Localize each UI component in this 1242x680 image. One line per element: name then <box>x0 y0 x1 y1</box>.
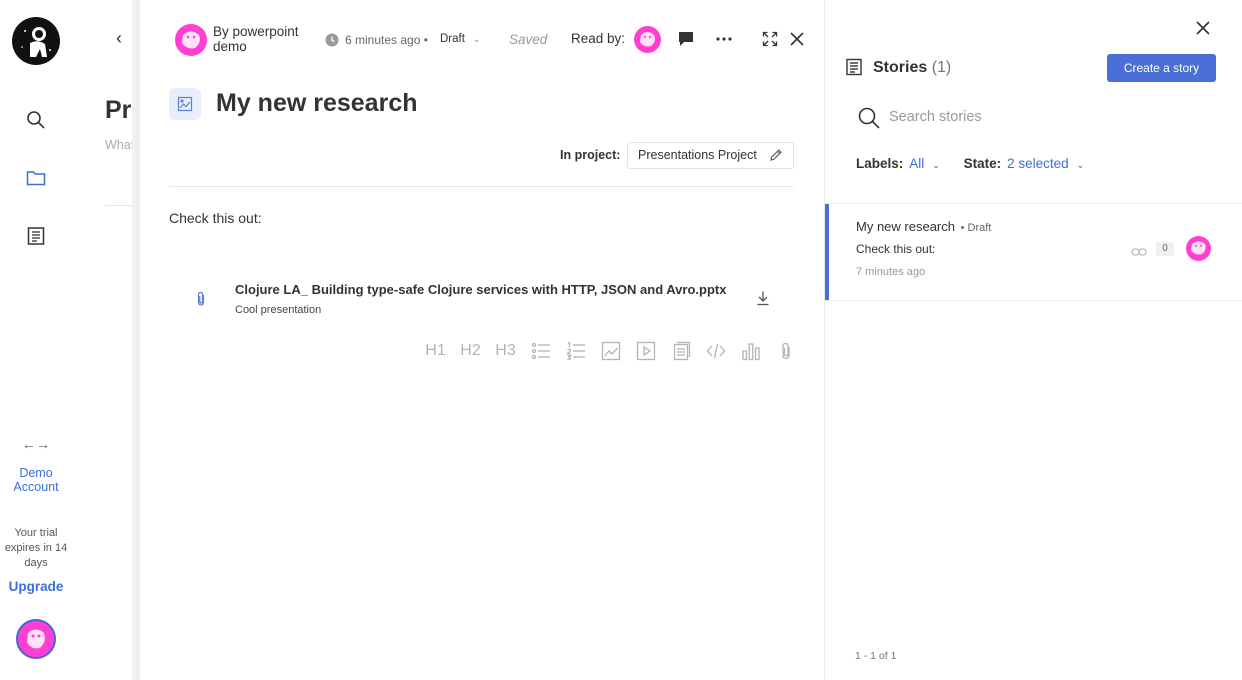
heading-1-button[interactable]: H1 <box>418 340 453 362</box>
labels-filter-value[interactable]: All <box>909 156 924 171</box>
chevron-down-icon[interactable]: ⌄ <box>932 160 940 170</box>
user-avatar[interactable] <box>16 619 56 659</box>
pencil-icon[interactable] <box>769 148 783 165</box>
upgrade-link[interactable]: Upgrade <box>0 579 72 594</box>
left-nav: ←→ Demo Account Your trial expires in 14… <box>0 0 72 680</box>
cover-image-icon[interactable] <box>169 88 201 120</box>
trial-notice: Your trial expires in 14 days <box>4 527 68 569</box>
story-filters: Labels: All ⌄ State: 2 selected ⌄ <box>856 156 1104 171</box>
story-item-excerpt: Check this out: <box>856 242 936 256</box>
link-count-badge: 0 <box>1156 242 1174 256</box>
heading-3-button[interactable]: H3 <box>488 340 523 362</box>
format-toolbar: H1 H2 H3 <box>418 340 803 362</box>
story-title[interactable]: My new research <box>216 89 418 118</box>
background-page-subtitle: What <box>105 138 135 152</box>
nav-folder-icon[interactable] <box>24 166 48 190</box>
story-item-title-row: My new research • Draft <box>856 219 991 234</box>
panel-shadow <box>132 0 140 680</box>
saved-indicator: Saved <box>509 32 548 47</box>
search-stories-input[interactable] <box>889 106 1189 128</box>
video-icon[interactable] <box>628 340 663 362</box>
attachment-icon[interactable] <box>768 340 803 362</box>
project-selector[interactable]: Presentations Project <box>627 142 794 169</box>
story-item-time: 7 minutes ago <box>856 266 926 278</box>
project-name: Presentations Project <box>638 148 757 162</box>
updated-time: 6 minutes ago • <box>345 33 428 47</box>
astronaut-logo-icon[interactable] <box>12 17 60 65</box>
download-icon[interactable] <box>755 290 771 311</box>
heading-2-button[interactable]: H2 <box>453 340 488 362</box>
divider <box>825 300 1242 301</box>
close-sidebar-icon[interactable] <box>1193 18 1213 38</box>
author-name: By powerpoint demo <box>213 24 299 54</box>
close-editor-icon[interactable] <box>787 29 807 49</box>
numbered-list-icon[interactable] <box>558 340 593 362</box>
story-item-status: • Draft <box>960 222 992 234</box>
story-item-title: My new research <box>856 219 955 234</box>
state-filter-label: State: <box>963 156 1002 171</box>
reader-avatar[interactable] <box>634 26 661 53</box>
chart-icon[interactable] <box>733 340 768 362</box>
expand-icon[interactable] <box>760 29 780 49</box>
create-story-button[interactable]: Create a story <box>1107 54 1216 82</box>
image-icon[interactable] <box>593 340 628 362</box>
notebook-icon <box>845 58 863 81</box>
stories-count: (1) <box>931 59 952 76</box>
back-chevron-icon[interactable]: ‹ <box>116 28 122 49</box>
swap-account-icon[interactable]: ←→ <box>0 436 72 452</box>
more-options-icon[interactable] <box>714 29 734 49</box>
account-switcher[interactable]: Demo Account <box>0 466 72 494</box>
stories-sidebar: Stories (1) Create a story Labels: All ⌄ S… <box>824 0 1242 680</box>
paperclip-icon <box>195 291 207 312</box>
code-icon[interactable] <box>698 340 733 362</box>
stories-title: Stories <box>873 59 928 76</box>
search-icon <box>857 106 881 135</box>
story-editor: By powerpoint demo 6 minutes ago • Draft… <box>140 0 824 680</box>
story-author-avatar <box>1186 236 1211 261</box>
project-label: In project: <box>560 148 621 162</box>
status-value: Draft <box>440 33 465 45</box>
labels-filter-label: Labels: <box>856 156 904 171</box>
state-filter-value[interactable]: 2 selected <box>1007 156 1069 171</box>
pagination-info: 1 - 1 of 1 <box>855 650 897 662</box>
bullet-list-icon[interactable] <box>523 340 558 362</box>
link-icon <box>1131 244 1147 262</box>
nav-search-icon[interactable] <box>24 108 48 132</box>
stories-heading: Stories (1) <box>873 59 951 77</box>
chevron-down-icon: ⌄ <box>472 34 481 44</box>
divider <box>169 186 794 187</box>
clock-icon <box>325 33 339 47</box>
attachment-filename[interactable]: Clojure LA_ Building type-safe Clojure s… <box>235 282 726 297</box>
read-by-label: Read by: <box>571 31 626 46</box>
nav-notebook-icon[interactable] <box>24 224 48 248</box>
list-item[interactable]: My new research • Draft Check this out: … <box>825 204 1242 300</box>
embed-document-icon[interactable] <box>663 340 698 362</box>
comment-icon[interactable] <box>676 29 696 49</box>
chevron-down-icon[interactable]: ⌄ <box>1077 160 1085 170</box>
story-body[interactable]: Check this out: <box>169 210 262 226</box>
status-dropdown[interactable]: Draft ⌄ <box>440 33 480 45</box>
attachment-description: Cool presentation <box>235 304 322 316</box>
author-avatar <box>175 24 207 56</box>
